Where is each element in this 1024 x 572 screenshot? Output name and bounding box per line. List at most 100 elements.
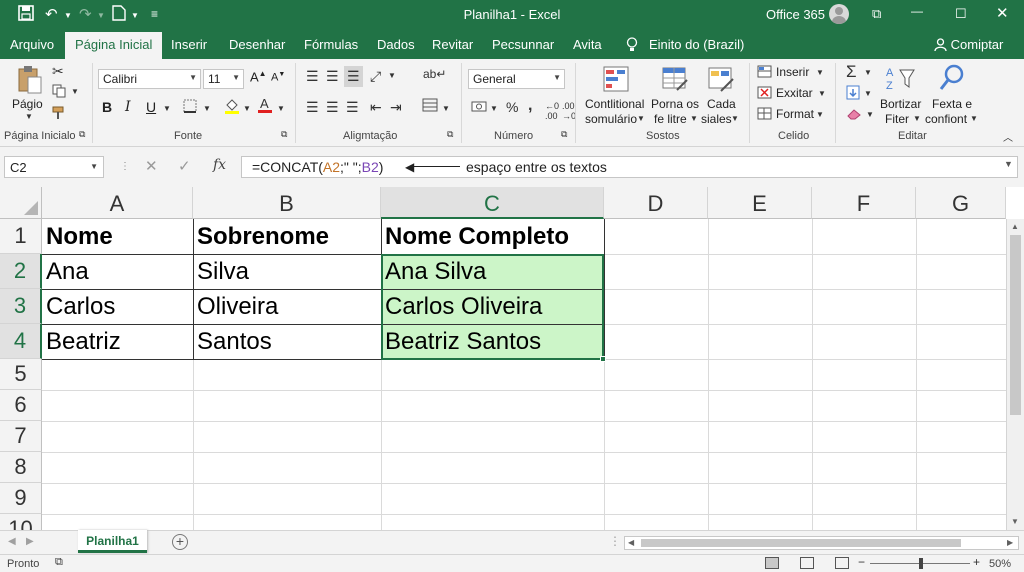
align-middle-icon[interactable]: ☰ — [326, 68, 339, 85]
insert-cells-label[interactable]: Inserir — [776, 65, 809, 79]
cell-styles-dropdown-icon[interactable]: ▼ — [731, 114, 739, 123]
lightbulb-icon[interactable] — [626, 37, 638, 55]
number-launcher-icon[interactable]: ⧉ — [561, 129, 567, 140]
insert-cells-dropdown-icon[interactable]: ▼ — [816, 68, 824, 77]
add-sheet-icon[interactable]: + — [172, 534, 188, 550]
format-as-table-icon[interactable] — [661, 65, 689, 93]
cell-styles-label-1[interactable]: Cada — [707, 97, 736, 111]
column-header-e[interactable]: E — [708, 187, 812, 219]
cell-styles-icon[interactable] — [707, 65, 735, 93]
align-top-icon[interactable]: ☰ — [306, 68, 319, 85]
horizontal-scrollbar[interactable]: ◀ ▶ — [624, 536, 1019, 550]
cell-b3[interactable]: Oliveira — [193, 290, 381, 325]
borders-dropdown-icon[interactable]: ▼ — [203, 104, 211, 113]
percent-icon[interactable]: % — [506, 99, 518, 115]
align-center-icon[interactable]: ☰ — [326, 99, 339, 116]
cancel-entry-icon[interactable]: ✕ — [145, 157, 158, 175]
paste-label[interactable]: Págio — [12, 97, 43, 111]
decrease-font-icon[interactable]: A▼ — [271, 71, 285, 84]
horizontal-scroll-thumb[interactable] — [641, 539, 961, 547]
tab-arquivo[interactable]: Arquivo — [10, 37, 54, 52]
cell-styles-label-2[interactable]: siales — [701, 112, 732, 126]
cell-a2[interactable]: Ana — [42, 255, 193, 290]
align-left-icon[interactable]: ☰ — [306, 99, 319, 116]
find-select-icon[interactable] — [938, 63, 966, 91]
cell-b1[interactable]: Sobrenome — [193, 220, 381, 255]
copy-icon[interactable] — [52, 84, 66, 101]
normal-view-icon[interactable] — [765, 557, 779, 569]
column-header-c[interactable]: C — [381, 187, 604, 219]
decrease-decimal-icon[interactable]: .00 →0 — [562, 101, 576, 121]
accessibility-icon[interactable]: ⧉ — [55, 556, 63, 569]
column-header-g[interactable]: G — [916, 187, 1006, 219]
expand-formula-bar-icon[interactable]: ▼ — [1004, 159, 1013, 169]
tab-pagina-inicial[interactable]: Página Inicial — [65, 32, 163, 59]
row-header-9[interactable]: 9 — [0, 483, 42, 514]
column-header-b[interactable]: B — [193, 187, 381, 219]
find-select-label-1[interactable]: Fexta e — [932, 97, 972, 111]
font-launcher-icon[interactable]: ⧉ — [281, 129, 287, 140]
align-right-icon[interactable]: ☰ — [346, 99, 359, 116]
fill-icon[interactable] — [846, 85, 860, 103]
conditional-dropdown-icon[interactable]: ▼ — [637, 114, 645, 123]
row-header-3[interactable]: 3 — [0, 289, 42, 324]
sheet-tab-planilha1[interactable]: Planilha1 — [78, 530, 147, 553]
font-size-select[interactable]: 11 ▼ — [203, 69, 244, 89]
sort-filter-label-1[interactable]: Bortizar — [880, 97, 921, 111]
zoom-slider-thumb[interactable] — [919, 558, 923, 569]
conditional-formatting-label-2[interactable]: somulário — [585, 112, 637, 126]
orientation-dropdown-icon[interactable]: ▼ — [388, 71, 396, 80]
find-select-label-2[interactable]: confiont — [925, 112, 967, 126]
row-header-2[interactable]: 2 — [0, 254, 42, 289]
merge-dropdown-icon[interactable]: ▼ — [442, 104, 450, 113]
format-table-dropdown-icon[interactable]: ▼ — [690, 114, 698, 123]
tab-splitter-icon[interactable]: ⋮ — [609, 534, 621, 548]
conditional-formatting-label-1[interactable]: Contlitional — [585, 97, 644, 111]
underline-dropdown-icon[interactable]: ▼ — [163, 104, 171, 113]
row-header-7[interactable]: 7 — [0, 421, 42, 452]
format-cells-dropdown-icon[interactable]: ▼ — [816, 110, 824, 119]
decrease-indent-icon[interactable]: ⇤ — [370, 99, 382, 116]
tab-exibir[interactable]: Pecsunnar — [492, 37, 554, 52]
tab-desenhar[interactable]: Desenhar — [229, 37, 285, 52]
zoom-in-icon[interactable]: + — [973, 555, 980, 569]
accounting-dropdown-icon[interactable]: ▼ — [490, 104, 498, 113]
clipboard-launcher-icon[interactable]: ⧉ — [79, 129, 85, 140]
zoom-level[interactable]: 50% — [989, 558, 1011, 570]
increase-decimal-icon[interactable]: ←0.00 — [545, 101, 559, 121]
collapse-ribbon-icon[interactable]: ︿ — [1003, 129, 1013, 144]
fill-handle[interactable] — [600, 356, 606, 362]
column-header-d[interactable]: D — [604, 187, 708, 219]
clear-icon[interactable] — [846, 107, 862, 123]
comma-style-icon[interactable]: , — [528, 97, 532, 115]
row-header-1[interactable]: 1 — [0, 219, 42, 254]
copy-dropdown-icon[interactable]: ▼ — [71, 87, 79, 96]
autosum-dropdown-icon[interactable]: ▼ — [864, 68, 872, 77]
share-button[interactable]: Comiptar — [934, 37, 1003, 52]
conditional-formatting-icon[interactable] — [602, 65, 630, 93]
scroll-right-icon[interactable]: ▶ — [1007, 538, 1013, 547]
tab-formulas[interactable]: Fórmulas — [304, 37, 358, 52]
format-as-table-label-2[interactable]: fe litre — [654, 112, 687, 126]
paste-icon[interactable] — [16, 65, 44, 94]
row-header-5[interactable]: 5 — [0, 359, 42, 390]
fill-color-icon[interactable] — [224, 97, 240, 117]
number-format-select[interactable]: General ▼ — [468, 69, 565, 89]
font-color-dropdown-icon[interactable]: ▼ — [277, 104, 285, 113]
find-select-dropdown-icon[interactable]: ▼ — [970, 114, 978, 123]
format-cells-icon[interactable] — [757, 107, 772, 123]
name-box[interactable]: C2 ▼ — [4, 156, 104, 178]
tab-ajuda[interactable]: Avita — [573, 37, 602, 52]
row-header-8[interactable]: 8 — [0, 452, 42, 483]
tab-dados[interactable]: Dados — [377, 37, 415, 52]
autosum-icon[interactable]: Σ — [846, 62, 857, 82]
delete-cells-label[interactable]: Exxitar — [776, 86, 813, 100]
delete-cells-dropdown-icon[interactable]: ▼ — [818, 89, 826, 98]
tab-inserir[interactable]: Inserir — [171, 37, 207, 52]
cell-b2[interactable]: Silva — [193, 255, 381, 290]
confirm-entry-icon[interactable]: ✓ — [178, 157, 191, 175]
scroll-down-icon[interactable]: ▼ — [1011, 517, 1019, 526]
tell-me-search[interactable]: Einito do (Brazil) — [649, 37, 744, 52]
underline-icon[interactable]: U — [146, 99, 156, 115]
ribbon-display-icon[interactable]: ⧉ — [872, 6, 881, 22]
